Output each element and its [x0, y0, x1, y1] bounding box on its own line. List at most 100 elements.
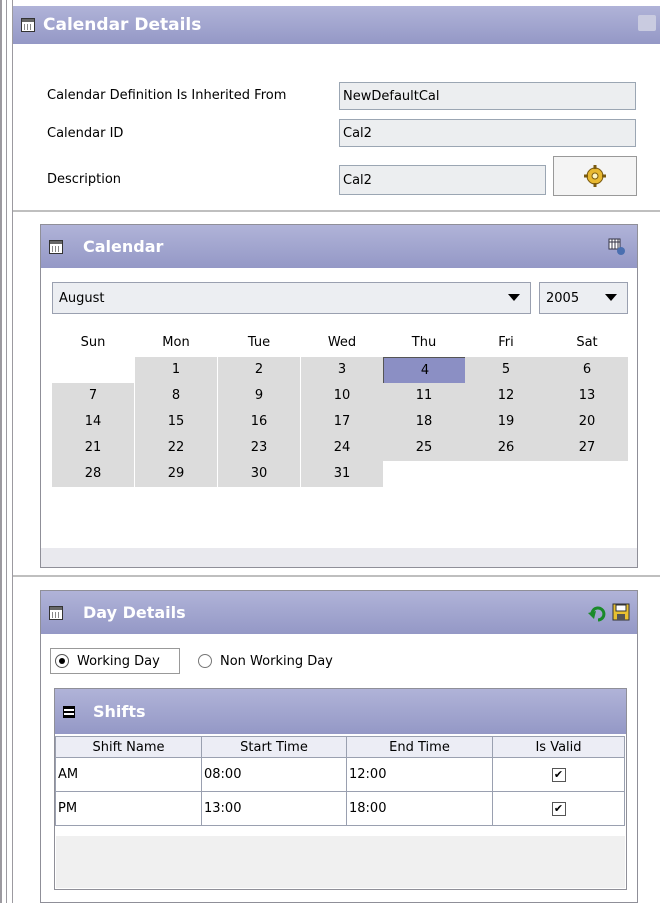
section-divider — [13, 210, 660, 212]
calendar-empty-cell — [52, 357, 134, 383]
column-header[interactable]: End Time — [346, 736, 493, 758]
weekday-header: Tue — [247, 335, 271, 350]
weekday-header: Sun — [80, 335, 106, 350]
calendar-day[interactable]: 20 — [546, 409, 628, 435]
calendar-day[interactable]: 8 — [135, 383, 217, 409]
shifts-empty-area — [56, 836, 625, 888]
month-value: August — [59, 290, 105, 306]
working-day-radio[interactable]: Working Day — [50, 648, 180, 674]
calendar-day[interactable]: 30 — [218, 461, 300, 487]
calendar-day[interactable]: 13 — [546, 383, 628, 409]
calendar-day[interactable]: 12 — [465, 383, 547, 409]
end-time-cell[interactable]: 12:00 — [346, 757, 493, 792]
start-time-cell[interactable]: 08:00 — [201, 757, 347, 792]
gear-icon — [584, 165, 606, 187]
shifts-header-row: Shift Name Start Time End Time Is Valid — [55, 736, 625, 758]
calendar-empty-cell — [383, 461, 465, 487]
is-valid-cell[interactable]: ✔ — [492, 791, 625, 826]
calendar-day[interactable]: 2 — [218, 357, 300, 383]
shift-name-cell[interactable]: PM — [55, 791, 202, 826]
list-icon — [63, 705, 75, 718]
calendar-day[interactable]: 18 — [383, 409, 465, 435]
description-field[interactable]: Cal2 — [339, 165, 546, 195]
shifts-table-wrap: Shift Name Start Time End Time Is Valid … — [55, 736, 625, 826]
calendar-day[interactable]: 23 — [218, 435, 300, 461]
day-details-title: Day Details — [83, 603, 186, 622]
column-header[interactable]: Shift Name — [55, 736, 202, 758]
weekday-header: Sat — [576, 335, 598, 350]
calendar-day[interactable]: 11 — [383, 383, 465, 409]
year-value: 2005 — [546, 290, 580, 306]
table-row[interactable]: PM 13:00 18:00 ✔ — [55, 791, 625, 826]
calendar-day[interactable]: 7 — [52, 383, 134, 409]
calendar-header: Calendar — [41, 225, 637, 268]
month-select[interactable]: August — [52, 282, 531, 314]
calendar-day[interactable]: 14 — [52, 409, 134, 435]
inherited-label: Calendar Definition Is Inherited From — [47, 88, 287, 103]
calendar-day[interactable]: 19 — [465, 409, 547, 435]
calendar-day[interactable]: 27 — [546, 435, 628, 461]
column-header[interactable]: Is Valid — [492, 736, 625, 758]
calendar-title: Calendar — [83, 237, 164, 256]
calendar-day[interactable]: 4 — [383, 357, 467, 385]
weekday-header: Thu — [411, 335, 437, 350]
calendar-day[interactable]: 1 — [135, 357, 217, 383]
end-time-cell[interactable]: 18:00 — [346, 791, 493, 826]
calendar-id-field[interactable]: Cal2 — [339, 119, 636, 147]
non-working-day-radio[interactable]: Non Working Day — [198, 648, 398, 674]
chevron-down-icon — [605, 294, 617, 301]
calendar-day[interactable]: 16 — [218, 409, 300, 435]
description-label: Description — [47, 172, 122, 187]
calendar-day[interactable]: 17 — [301, 409, 383, 435]
column-header[interactable]: Start Time — [201, 736, 347, 758]
weekday-header: Wed — [327, 335, 357, 350]
section-divider — [13, 575, 660, 577]
shifts-header: Shifts — [55, 689, 626, 734]
calendar-options-icon[interactable] — [608, 238, 626, 256]
calendar-icon — [49, 239, 63, 254]
calendar-day[interactable]: 29 — [135, 461, 217, 487]
calendar-day[interactable]: 28 — [52, 461, 134, 487]
radio-selected-icon — [55, 654, 69, 668]
working-day-label: Working Day — [77, 653, 160, 669]
shift-name-cell[interactable]: AM — [55, 757, 202, 792]
undo-icon[interactable] — [588, 603, 608, 623]
calendar-day[interactable]: 22 — [135, 435, 217, 461]
calendar-day[interactable]: 25 — [383, 435, 465, 461]
comment-icon[interactable] — [638, 15, 656, 31]
inherited-field[interactable]: NewDefaultCal — [339, 82, 636, 110]
save-icon[interactable] — [612, 603, 630, 621]
calendar-day[interactable]: 15 — [135, 409, 217, 435]
checkbox-checked-icon[interactable]: ✔ — [551, 802, 566, 816]
calendar-day[interactable]: 31 — [301, 461, 383, 487]
calendar-empty-cell — [465, 461, 547, 487]
calendar-details-header: Calendar Details — [13, 6, 660, 44]
chevron-down-icon — [508, 294, 520, 301]
start-time-cell[interactable]: 13:00 — [201, 791, 347, 826]
calendar-details-title: Calendar Details — [43, 15, 202, 35]
year-select[interactable]: 2005 — [539, 282, 628, 314]
table-row[interactable]: AM 08:00 12:00 ✔ — [55, 757, 625, 792]
panel-border-left — [12, 0, 13, 903]
calendar-day[interactable]: 9 — [218, 383, 300, 409]
calendar-footer — [41, 548, 637, 567]
lookup-button[interactable] — [553, 156, 637, 196]
non-working-day-label: Non Working Day — [220, 653, 333, 669]
calendar-icon — [49, 605, 63, 620]
calendar-icon — [21, 18, 35, 32]
calendar-day[interactable]: 5 — [465, 357, 547, 383]
calendar-day[interactable]: 24 — [301, 435, 383, 461]
is-valid-cell[interactable]: ✔ — [492, 757, 625, 792]
window-border-left — [0, 0, 2, 903]
calendar-day[interactable]: 6 — [546, 357, 628, 383]
shifts-table: Shift Name Start Time End Time Is Valid … — [55, 736, 625, 826]
weekday-header: Mon — [162, 335, 190, 350]
calendar-id-label: Calendar ID — [47, 126, 124, 141]
calendar-day[interactable]: 3 — [301, 357, 383, 383]
calendar-day[interactable]: 21 — [52, 435, 134, 461]
calendar-day[interactable]: 10 — [301, 383, 383, 409]
checkbox-checked-icon[interactable]: ✔ — [551, 768, 566, 782]
calendar-day[interactable]: 26 — [465, 435, 547, 461]
radio-unselected-icon — [198, 654, 212, 668]
shifts-title: Shifts — [93, 702, 146, 721]
